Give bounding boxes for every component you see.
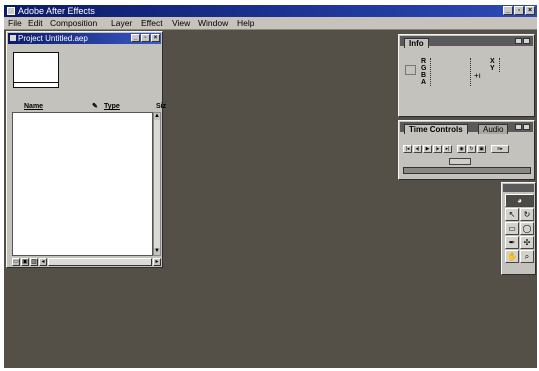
info-tabstrip: Info <box>400 36 533 48</box>
menu-window[interactable]: Window <box>198 17 228 29</box>
tab-time-controls[interactable]: Time Controls <box>404 124 468 134</box>
project-horizontal-scrollbar[interactable] <box>48 258 152 266</box>
project-title: Project Untitled.aep <box>18 34 88 43</box>
menu-file[interactable]: File <box>8 17 22 29</box>
project-close-button[interactable]: × <box>151 34 160 42</box>
app-window-controls: _ ▫ × <box>503 6 535 15</box>
menu-view[interactable]: View <box>172 17 190 29</box>
pan-behind-tool-icon[interactable]: ✣ <box>520 236 534 249</box>
scroll-down-icon[interactable]: ▼ <box>154 248 160 255</box>
channel-g-label: G <box>421 65 427 72</box>
restore-button[interactable]: ▫ <box>514 6 524 15</box>
minimize-button[interactable]: _ <box>503 6 513 15</box>
rectangle-mask-tool-icon[interactable]: ▭ <box>505 222 519 235</box>
time-controls-palette: Time Controls Audio |◂ ◂| ▶ |▸ ▸| ◉ ↻ ▣ … <box>398 120 535 180</box>
tools-logo-icon: ◕ <box>505 194 534 207</box>
pen-tool-icon[interactable]: ✒ <box>505 236 519 249</box>
next-frame-icon[interactable]: |▸ <box>433 145 442 153</box>
color-swatch <box>405 65 416 75</box>
info-divider-left <box>430 58 432 86</box>
app-title: Adobe After Effects <box>18 6 95 16</box>
trash-icon[interactable]: ▥ <box>30 258 38 266</box>
info-body: R G B A +ı X Y <box>402 49 531 113</box>
preview-options-icon[interactable]: ≡▸ <box>491 145 509 153</box>
audio-icon[interactable]: ◉ <box>457 145 466 153</box>
play-icon[interactable]: ▶ <box>423 145 432 153</box>
tools-palette: ◕ ↖ ↻ ▭ ◯ ✒ ✣ ✋ ⌕ <box>501 182 536 275</box>
project-window-controls: _ ▫ × <box>131 34 160 42</box>
scroll-up-icon[interactable]: ▲ <box>154 113 160 120</box>
loop-icon[interactable]: ↻ <box>467 145 476 153</box>
zoom-tool-icon[interactable]: ⌕ <box>520 250 534 263</box>
column-size[interactable]: Siz <box>156 102 166 112</box>
selection-tool-icon[interactable]: ↖ <box>505 208 519 221</box>
channel-a-label: A <box>421 79 427 86</box>
new-composition-icon[interactable]: ▣ <box>21 258 29 266</box>
label-icon: ✎ <box>92 103 98 110</box>
last-frame-icon[interactable]: ▸| <box>443 145 452 153</box>
palette-minimize-icon[interactable] <box>515 38 522 44</box>
xy-labels: X Y <box>490 58 495 72</box>
shuttle-slider[interactable] <box>403 167 531 174</box>
tab-info[interactable]: Info <box>404 38 429 48</box>
info-divider-middle <box>470 58 472 86</box>
time-controls-tabstrip: Time Controls Audio <box>400 122 533 134</box>
tools-grid: ◕ ↖ ↻ ▭ ◯ ✒ ✣ ✋ ⌕ <box>505 194 534 263</box>
oval-mask-tool-icon[interactable]: ◯ <box>520 222 534 235</box>
column-name[interactable]: Name <box>24 102 43 112</box>
rotation-tool-icon[interactable]: ↻ <box>520 208 534 221</box>
project-window: Project Untitled.aep _ ▫ × Name ✎ Type S… <box>6 31 166 268</box>
coord-y-label: Y <box>490 65 495 72</box>
tab-audio[interactable]: Audio <box>478 124 509 134</box>
project-vertical-scrollbar[interactable]: ▲ ▼ <box>153 112 161 256</box>
project-minimize-button[interactable]: _ <box>131 34 140 42</box>
scroll-left-icon[interactable]: ◂ <box>39 258 47 266</box>
palette-close-icon[interactable] <box>523 38 530 44</box>
project-thumbnail <box>13 52 59 88</box>
after-effects-screen: Adobe After Effects _ ▫ × File Edit Comp… <box>4 5 537 368</box>
previous-frame-icon[interactable]: ◂| <box>413 145 422 153</box>
menu-bar: File Edit Composition Layer Effect View … <box>4 17 537 30</box>
channel-b-label: B <box>421 72 427 79</box>
jog-control[interactable] <box>449 158 471 165</box>
menu-layer[interactable]: Layer <box>111 17 132 29</box>
column-type[interactable]: Type <box>104 102 120 112</box>
coord-x-label: X <box>490 58 495 65</box>
tools-header[interactable] <box>503 184 534 192</box>
rgba-labels: R G B A <box>421 58 426 86</box>
project-item-list[interactable] <box>12 112 153 256</box>
menu-composition[interactable]: Composition <box>50 17 97 29</box>
close-button[interactable]: × <box>525 6 535 15</box>
hand-tool-icon[interactable]: ✋ <box>505 250 519 263</box>
project-window-icon <box>10 35 16 41</box>
channel-r-label: R <box>421 58 427 65</box>
menu-edit[interactable]: Edit <box>28 17 43 29</box>
scroll-right-icon[interactable]: ▸ <box>153 258 161 266</box>
info-palette: Info R G B A +ı X Y <box>398 34 535 117</box>
info-palette-controls <box>515 38 530 44</box>
ram-preview-icon[interactable]: ▣ <box>477 145 486 153</box>
palette-minimize-icon[interactable] <box>515 124 522 130</box>
info-divider-right <box>499 58 501 72</box>
folder-icon[interactable]: ▭ <box>12 258 20 266</box>
project-titlebar[interactable]: Project Untitled.aep _ ▫ × <box>8 33 161 44</box>
time-controls-palette-controls <box>515 124 530 130</box>
transport-buttons: |◂ ◂| ▶ |▸ ▸| ◉ ↻ ▣ ≡▸ <box>403 145 509 153</box>
menu-effect[interactable]: Effect <box>141 17 163 29</box>
app-titlebar: Adobe After Effects _ ▫ × <box>4 5 537 17</box>
palette-close-icon[interactable] <box>523 124 530 130</box>
project-restore-button[interactable]: ▫ <box>141 34 150 42</box>
crosshair-icon: +ı <box>474 71 481 80</box>
app-icon[interactable] <box>7 7 15 15</box>
menu-help[interactable]: Help <box>237 17 254 29</box>
first-frame-icon[interactable]: |◂ <box>403 145 412 153</box>
project-bottom-bar: ▭ ▣ ▥ ◂ ▸ <box>12 258 161 267</box>
